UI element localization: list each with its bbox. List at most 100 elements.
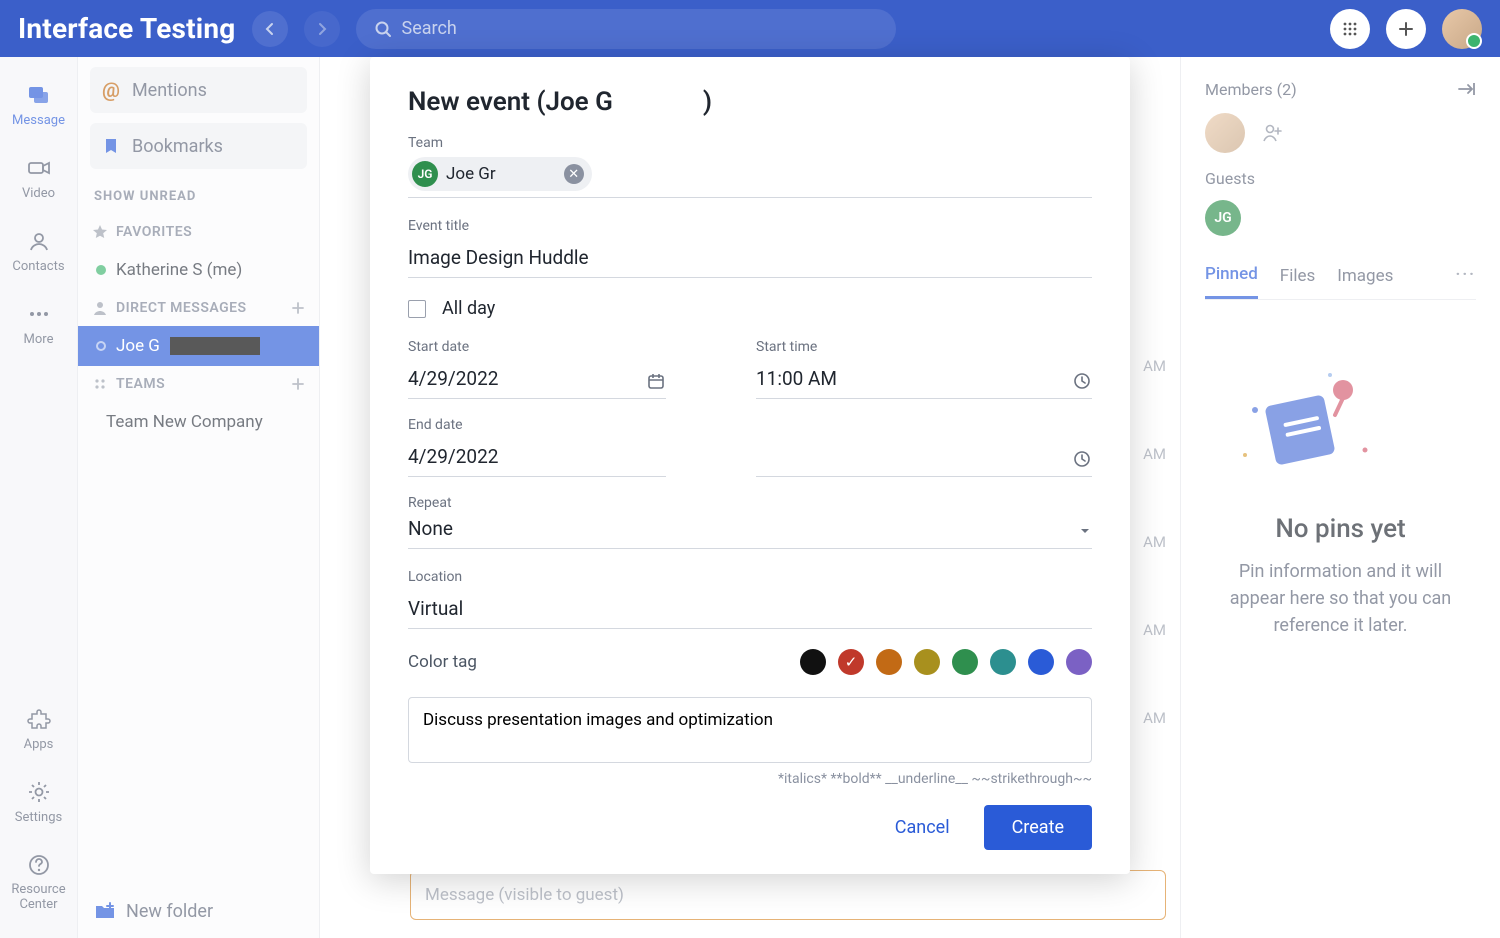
rail-message[interactable]: Message	[0, 75, 77, 134]
sidebar-team-item[interactable]: Team New Company	[78, 402, 319, 442]
add-member-button[interactable]	[1261, 122, 1283, 144]
time-column: AM AM AM AM AM	[1143, 357, 1180, 727]
item-label: Team New Company	[106, 412, 263, 432]
caret-down-icon	[1078, 524, 1092, 538]
sidebar-mentions[interactable]: @ Mentions	[90, 67, 307, 113]
event-title-input[interactable]	[408, 240, 1092, 278]
color-swatches	[800, 649, 1092, 675]
search-field[interactable]	[356, 9, 896, 49]
color-tag-label: Color tag	[408, 652, 477, 672]
more-icon	[25, 300, 53, 328]
clock-icon[interactable]	[1072, 371, 1092, 391]
calendar-icon[interactable]	[646, 371, 666, 391]
time-label: AM	[1143, 533, 1166, 551]
tab-pinned[interactable]: Pinned	[1205, 258, 1258, 299]
clock-icon[interactable]	[1072, 449, 1092, 469]
end-date-input[interactable]	[408, 439, 666, 477]
search-input[interactable]	[402, 18, 878, 39]
message-icon	[25, 81, 53, 109]
color-swatch[interactable]	[1066, 649, 1092, 675]
sidebar-favorite-item[interactable]: Katherine S (me)	[78, 250, 319, 290]
brand: Interface Testing	[18, 12, 236, 45]
plus-icon[interactable]	[291, 301, 305, 315]
rail-label: More	[24, 332, 54, 347]
sidebar-bookmarks[interactable]: Bookmarks	[90, 123, 307, 169]
color-swatch[interactable]	[876, 649, 902, 675]
rail-label: Resource Center	[0, 883, 77, 912]
profile-avatar[interactable]	[1442, 9, 1482, 49]
label: New folder	[126, 901, 213, 922]
sidebar-section-dm[interactable]: DIRECT MESSAGES	[78, 290, 319, 326]
checkbox-icon	[408, 300, 426, 318]
time-label: AM	[1143, 445, 1166, 463]
repeat-value: None	[408, 517, 453, 540]
nav-forward-button[interactable]	[304, 11, 340, 47]
plus-icon[interactable]	[291, 377, 305, 391]
tabs-more[interactable]: ···	[1456, 264, 1476, 293]
message-input[interactable]: Message (visible to guest)	[410, 870, 1166, 920]
rail-apps[interactable]: Apps	[0, 699, 77, 758]
folder-plus-icon	[94, 900, 116, 922]
rail-more[interactable]: More	[0, 294, 77, 353]
description-input[interactable]	[408, 697, 1092, 763]
location-input[interactable]	[408, 591, 1092, 629]
cancel-button[interactable]: Cancel	[889, 807, 956, 848]
rail-resource-center[interactable]: Resource Center	[0, 845, 77, 918]
compose-button[interactable]	[1386, 9, 1426, 49]
event-title-label: Event title	[408, 218, 1092, 234]
rail-label: Message	[12, 113, 65, 128]
chip-remove-button[interactable]: ✕	[564, 164, 584, 184]
contacts-icon	[25, 227, 53, 255]
empty-body: Pin information and it will appear here …	[1215, 558, 1466, 639]
tab-images[interactable]: Images	[1337, 260, 1393, 298]
start-date-input[interactable]	[408, 361, 666, 399]
sidebar-section-teams[interactable]: TEAMS	[78, 366, 319, 402]
color-swatch[interactable]	[990, 649, 1016, 675]
rail-settings[interactable]: Settings	[0, 772, 77, 831]
modal-title-text: New event (Joe G	[408, 87, 613, 117]
pins-empty-state: No pins yet Pin information and it will …	[1205, 300, 1476, 639]
guest-avatar[interactable]: JG	[1205, 200, 1241, 236]
sidebar-label: Bookmarks	[132, 136, 223, 157]
time-label: AM	[1143, 357, 1166, 375]
location-label: Location	[408, 569, 1092, 585]
color-swatch[interactable]	[914, 649, 940, 675]
item-label: Joe G	[116, 336, 160, 356]
new-folder-button[interactable]: New folder	[94, 900, 213, 922]
rail-label: Apps	[24, 737, 54, 752]
section-label: FAVORITES	[116, 224, 192, 240]
member-avatar[interactable]	[1205, 113, 1245, 153]
team-chip: JG Joe Gr ✕	[408, 157, 592, 191]
time-label: AM	[1143, 709, 1166, 727]
sidebar-show-unread[interactable]: SHOW UNREAD	[78, 175, 319, 214]
rail-contacts[interactable]: Contacts	[0, 221, 77, 280]
teams-icon	[92, 376, 108, 392]
presence-dot	[96, 341, 106, 351]
team-label: Team	[408, 135, 1092, 151]
video-icon	[25, 154, 53, 182]
color-swatch[interactable]	[800, 649, 826, 675]
all-day-checkbox[interactable]: All day	[408, 298, 1092, 319]
team-field[interactable]: JG Joe Gr ✕	[408, 157, 1092, 198]
placeholder: Message (visible to guest)	[425, 885, 624, 905]
create-button[interactable]: Create	[984, 805, 1092, 850]
sidebar-dm-item[interactable]: Joe G	[78, 326, 319, 366]
dialpad-button[interactable]	[1330, 9, 1370, 49]
detail-tabs: Pinned Files Images ···	[1205, 258, 1476, 300]
pin-illustration	[1215, 360, 1466, 490]
collapse-icon[interactable]	[1456, 79, 1476, 99]
color-swatch[interactable]	[1028, 649, 1054, 675]
start-time-input[interactable]	[756, 361, 1092, 399]
nav-back-button[interactable]	[252, 11, 288, 47]
tab-files[interactable]: Files	[1280, 260, 1315, 298]
time-label: AM	[1143, 621, 1166, 639]
format-hint: *italics* **bold** __underline__ ~~strik…	[408, 771, 1092, 787]
repeat-select[interactable]: None	[408, 517, 1092, 549]
color-swatch[interactable]	[838, 649, 864, 675]
color-swatch[interactable]	[952, 649, 978, 675]
sidebar-section-favorites[interactable]: FAVORITES	[78, 214, 319, 250]
rail-video[interactable]: Video	[0, 148, 77, 207]
presence-dot	[96, 265, 106, 275]
end-time-input[interactable]	[756, 439, 1092, 477]
rail-label: Settings	[15, 810, 62, 825]
